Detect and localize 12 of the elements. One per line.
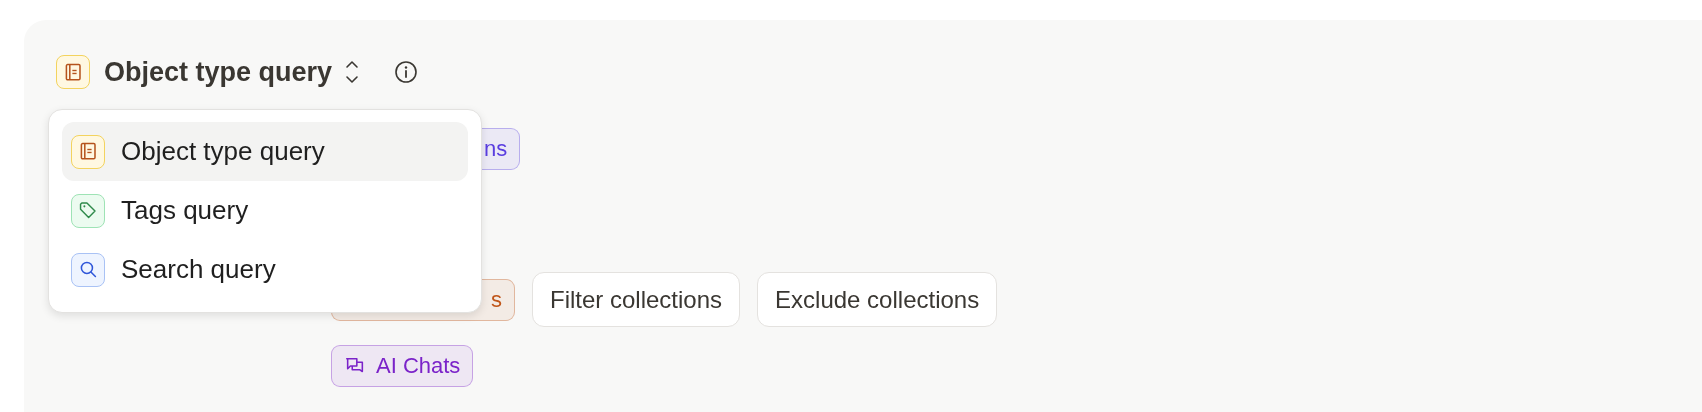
- tag: AI Chats: [331, 345, 474, 387]
- book-icon: [71, 134, 105, 169]
- filter-button[interactable]: Filter collections: [532, 272, 741, 327]
- tag-icon: [71, 193, 105, 228]
- query-type-select[interactable]: Object type query: [104, 56, 361, 88]
- menu-item[interactable]: Tags query: [62, 181, 468, 240]
- search-icon: [71, 252, 105, 287]
- chevron-up-down-icon: [344, 59, 361, 85]
- menu-item[interactable]: Object type query: [62, 122, 468, 181]
- info-icon[interactable]: [394, 60, 419, 84]
- filter-button[interactable]: Exclude collections: [757, 272, 998, 327]
- book-icon: [56, 55, 90, 89]
